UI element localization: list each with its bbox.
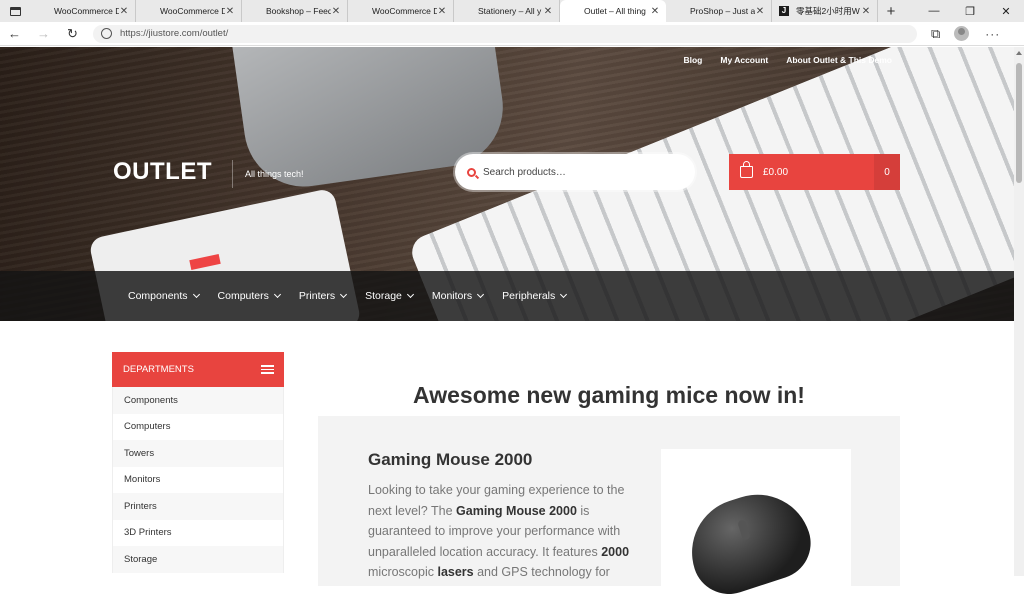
nav-label: Computers: [217, 290, 269, 302]
department-item-monitors[interactable]: Monitors: [112, 466, 284, 493]
site-logo[interactable]: OUTLET: [113, 158, 212, 186]
reload-button[interactable]: ↻: [58, 26, 87, 42]
departments-title: DEPARTMENTS: [123, 364, 194, 375]
promo-description: Looking to take your gaming experience t…: [368, 483, 630, 579]
department-item-towers[interactable]: Towers: [112, 440, 284, 467]
page-scrollbar[interactable]: [1014, 47, 1024, 576]
cart-total: £0.00: [763, 166, 789, 178]
nav-item-components[interactable]: Components: [128, 290, 200, 302]
profile-avatar-icon[interactable]: [954, 26, 970, 41]
window-controls: — ❐ ✕: [916, 0, 1024, 22]
scroll-thumb[interactable]: [1016, 63, 1022, 183]
product-search: [455, 154, 695, 190]
minimize-button[interactable]: —: [916, 0, 952, 22]
site-header-hero: Blog My Account About Outlet & This Demo…: [0, 47, 1014, 321]
globe-icon: [101, 28, 112, 39]
close-window-button[interactable]: ✕: [988, 0, 1024, 22]
extensions-icon[interactable]: ⧉: [931, 26, 940, 42]
primary-navigation: Components Computers Printers Storage Mo…: [0, 271, 1014, 321]
url-field[interactable]: https://jiustore.com/outlet/: [93, 24, 917, 43]
nav-item-printers[interactable]: Printers: [298, 290, 348, 302]
promo-card: Gaming Mouse 2000 Looking to take your g…: [318, 416, 900, 603]
nav-label: Peripherals: [502, 290, 556, 302]
top-link-blog[interactable]: Blog: [683, 55, 702, 65]
close-tab-icon[interactable]: ✕: [861, 6, 871, 17]
browser-tab[interactable]: Stationery – All y ✕: [454, 0, 560, 22]
top-link-my-account[interactable]: My Account: [720, 55, 768, 65]
browser-tab-active[interactable]: Outlet – All thing ✕: [560, 0, 666, 22]
browser-tab[interactable]: WooCommerce D ✕: [136, 0, 242, 22]
close-tab-icon[interactable]: ✕: [755, 6, 765, 17]
nav-label: Monitors: [431, 290, 473, 302]
nav-item-storage[interactable]: Storage: [365, 290, 414, 302]
promo-title: Gaming Mouse 2000: [368, 450, 533, 469]
nav-item-peripherals[interactable]: Peripherals: [502, 290, 568, 302]
top-link-about[interactable]: About Outlet & This Demo: [786, 55, 892, 65]
departments-header[interactable]: DEPARTMENTS: [112, 352, 284, 387]
top-navigation: Blog My Account About Outlet & This Demo: [683, 55, 892, 65]
browser-tab[interactable]: J 零基础2小时用W ✕: [772, 0, 878, 22]
search-input[interactable]: [483, 166, 673, 178]
forward-button[interactable]: →: [29, 26, 58, 41]
chevron-down-icon: [192, 290, 200, 299]
browser-tab[interactable]: WooCommerce D ✕: [348, 0, 454, 22]
blank-favicon-icon: [461, 6, 471, 16]
chevron-down-icon: [340, 290, 348, 299]
nav-label: Printers: [298, 290, 336, 302]
new-tab-button[interactable]: +: [878, 0, 904, 22]
department-item-computers[interactable]: Computers: [112, 413, 284, 440]
nav-label: Components: [128, 290, 188, 302]
close-tab-icon[interactable]: ✕: [119, 6, 129, 17]
scroll-up-arrow-icon[interactable]: [1016, 51, 1022, 55]
mouse-icon: [678, 480, 820, 603]
close-tab-icon[interactable]: ✕: [650, 6, 660, 17]
browser-tab[interactable]: ProShop – Just ar ✕: [666, 0, 772, 22]
department-item-printers[interactable]: Printers: [112, 493, 284, 520]
department-item-components[interactable]: Components: [112, 387, 284, 414]
blank-favicon-icon: [567, 6, 577, 16]
site-tagline: All things tech!: [232, 160, 304, 188]
nav-item-computers[interactable]: Computers: [217, 290, 281, 302]
back-button[interactable]: ←: [0, 26, 29, 41]
j-favicon-icon: J: [779, 6, 789, 16]
browser-menu-button[interactable]: ···: [985, 27, 1000, 41]
chevron-down-icon: [273, 290, 281, 299]
browser-tab-strip: WooCommerce D ✕ WooCommerce D ✕ Bookshop…: [0, 0, 1024, 22]
blank-favicon-icon: [37, 6, 47, 16]
close-tab-icon[interactable]: ✕: [225, 6, 235, 17]
blank-favicon-icon: [355, 6, 365, 16]
search-icon: [467, 167, 476, 177]
blank-favicon-icon: [249, 6, 259, 16]
list-icon: [261, 365, 274, 374]
maximize-button[interactable]: ❐: [952, 0, 988, 22]
close-tab-icon[interactable]: ✕: [543, 6, 553, 17]
gaming-mouse-image: [661, 449, 851, 603]
nav-label: Storage: [365, 290, 402, 302]
chevron-down-icon: [406, 290, 414, 299]
browser-tab[interactable]: WooCommerce D ✕: [30, 0, 136, 22]
shopping-bag-icon: [740, 161, 753, 178]
close-tab-icon[interactable]: ✕: [437, 6, 447, 17]
page-headline: Awesome new gaming mice now in!: [413, 382, 805, 408]
address-bar-row: ← → ↻ https://jiustore.com/outlet/ ⧉ ···: [0, 22, 1024, 46]
browser-tab[interactable]: Bookshop – Feed ✕: [242, 0, 348, 22]
cart-button[interactable]: £0.00 0: [729, 154, 900, 190]
tab-actions-icon[interactable]: [0, 0, 30, 22]
blank-favicon-icon: [673, 6, 683, 16]
departments-list: Components Computers Towers Monitors Pri…: [112, 387, 284, 573]
departments-menu: DEPARTMENTS Components Computers Towers …: [112, 352, 284, 573]
close-tab-icon[interactable]: ✕: [331, 6, 341, 17]
department-item-3d-printers[interactable]: 3D Printers: [112, 519, 284, 546]
nav-item-monitors[interactable]: Monitors: [431, 290, 485, 302]
chevron-down-icon: [560, 290, 568, 299]
chevron-down-icon: [477, 290, 485, 299]
department-item-storage[interactable]: Storage: [112, 546, 284, 573]
cart-count-badge: 0: [874, 154, 900, 190]
url-text: https://jiustore.com/outlet/: [120, 28, 229, 39]
blank-favicon-icon: [143, 6, 153, 16]
